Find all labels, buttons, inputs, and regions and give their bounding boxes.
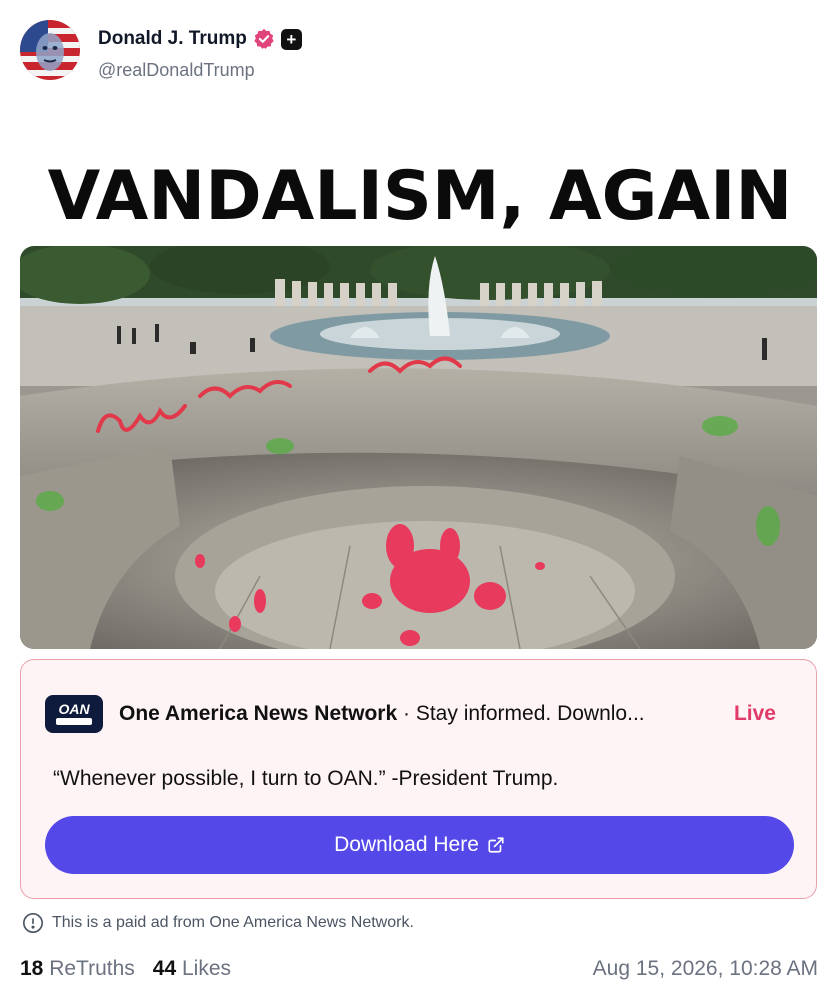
ad-logo-bar bbox=[56, 718, 92, 725]
external-link-icon bbox=[488, 837, 504, 853]
paid-ad-disclaimer: This is a paid ad from One America News … bbox=[22, 912, 414, 934]
ad-card[interactable]: OAN One America News Network · Stay info… bbox=[20, 659, 817, 899]
post-image[interactable] bbox=[20, 246, 817, 649]
ad-title: One America News Network bbox=[119, 702, 398, 725]
ad-description: Stay informed. Downlo... bbox=[415, 702, 645, 725]
info-icon bbox=[23, 913, 43, 933]
likes-stat[interactable]: 44 Likes bbox=[153, 957, 231, 981]
retruths-stat[interactable]: 18 ReTruths bbox=[20, 957, 135, 981]
oan-logo-icon: OAN bbox=[45, 695, 103, 733]
post-timestamp[interactable]: Aug 15, 2026, 10:28 AM bbox=[593, 957, 818, 981]
ad-title-row: One America News Network · Stay informed… bbox=[119, 702, 719, 726]
download-button[interactable]: Download Here bbox=[45, 816, 794, 874]
author-name[interactable]: Donald J. Trump bbox=[98, 28, 247, 50]
download-button-label: Download Here bbox=[334, 833, 479, 856]
likes-label: Likes bbox=[182, 957, 232, 980]
disclaimer-text: This is a paid ad from One America News … bbox=[52, 914, 414, 931]
author-name-row: Donald J. Trump + bbox=[98, 28, 302, 50]
post-stats: 18 ReTruths 44 Likes bbox=[20, 957, 231, 981]
retruths-label: ReTruths bbox=[49, 957, 135, 980]
post-header: Donald J. Trump + @realDonaldTrump bbox=[20, 20, 820, 82]
retruths-count: 18 bbox=[20, 957, 44, 980]
ad-logo-text: OAN bbox=[58, 701, 90, 717]
post-media: VANDALISM, AGAIN bbox=[0, 125, 840, 650]
ad-quote: “Whenever possible, I turn to OAN.” -Pre… bbox=[53, 767, 559, 790]
likes-count: 44 bbox=[152, 957, 177, 980]
media-headline: VANDALISM, AGAIN bbox=[47, 157, 793, 236]
ad-separator: · bbox=[397, 702, 416, 725]
live-label: Live bbox=[733, 702, 776, 725]
verified-badge-icon bbox=[254, 28, 274, 49]
plus-badge-icon: + bbox=[280, 28, 302, 50]
author-handle[interactable]: @realDonaldTrump bbox=[98, 60, 255, 81]
avatar[interactable] bbox=[20, 20, 80, 80]
